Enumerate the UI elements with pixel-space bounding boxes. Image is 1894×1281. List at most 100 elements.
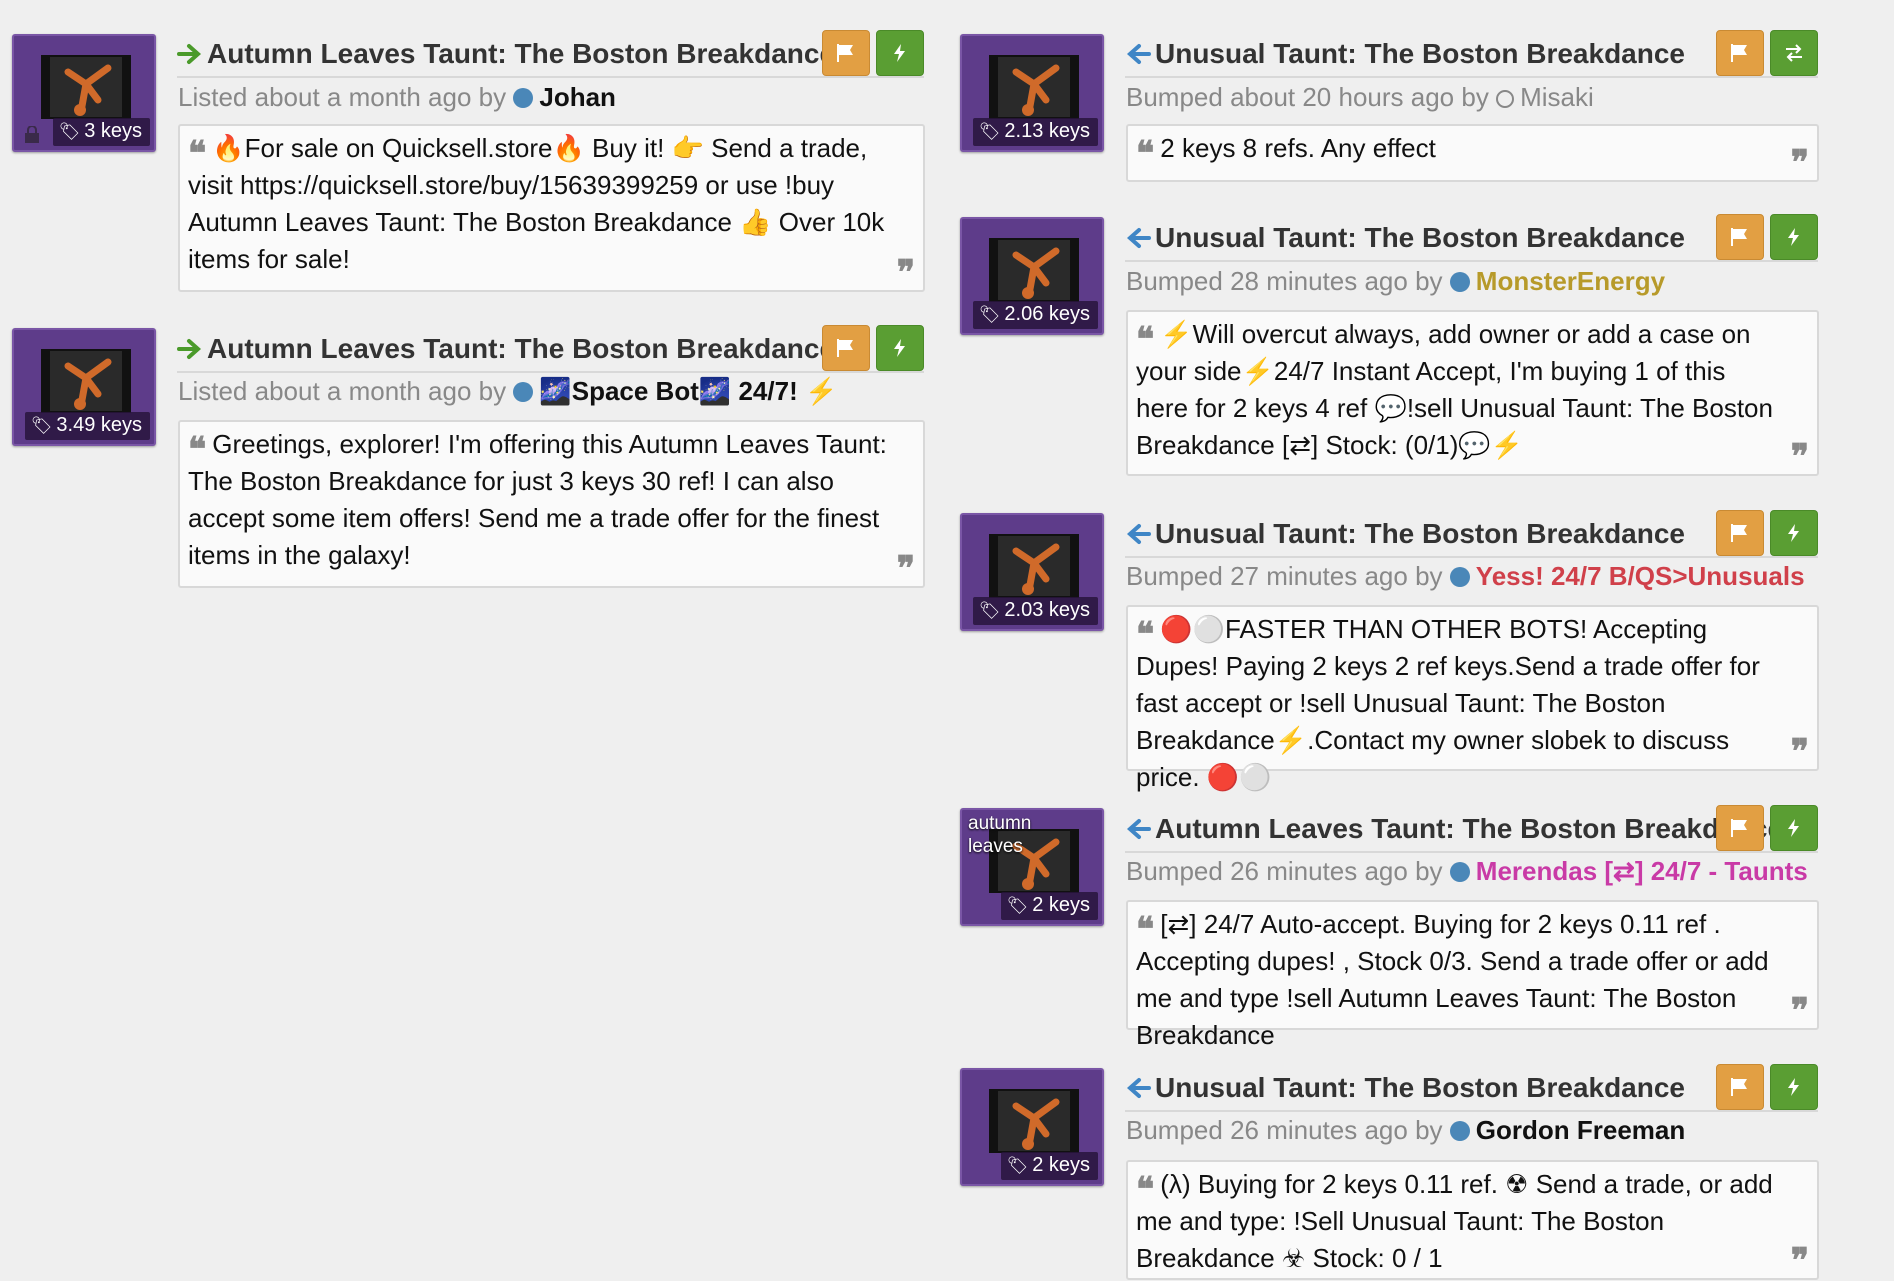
item-thumbnail[interactable]: 🏷 3.49 keys <box>12 328 156 446</box>
report-flag-button[interactable] <box>822 30 870 76</box>
listing-actions <box>816 30 924 76</box>
price-value: 2 keys <box>1032 894 1090 916</box>
listing-actions <box>1710 30 1818 76</box>
listing-title[interactable]: Unusual Taunt: The Boston Breakdance <box>1125 1072 1685 1104</box>
user-name[interactable]: MonsterEnergy <box>1476 266 1665 296</box>
lock-icon <box>25 126 39 143</box>
instant-sell-button[interactable] <box>1770 214 1818 260</box>
buy-arrow-icon <box>1126 44 1151 64</box>
listing-title[interactable]: Autumn Leaves Taunt: The Boston Breakdan… <box>1125 813 1783 845</box>
listing-message: ❝ (λ) Buying for 2 keys 0.11 ref. ☢ Send … <box>1126 1160 1819 1280</box>
message-text: 🔥For sale on Quicksell.store🔥 Buy it! 👉 … <box>188 133 885 274</box>
message-text: [⇄] 24/7 Auto-accept. Buying for 2 keys … <box>1136 909 1769 1050</box>
status-dot <box>1496 90 1515 108</box>
flag-icon <box>1731 228 1747 246</box>
quote-close-icon: ❞ <box>896 253 915 293</box>
status-dot <box>1449 272 1470 292</box>
quote-open-icon: ❝ <box>1136 910 1155 950</box>
listing-message: ❝ ⚡Will overcut always, add owner or add … <box>1126 310 1819 476</box>
listing-actions <box>1710 1064 1818 1110</box>
listing-message: ❝ 🔴⚪FASTER THAN OTHER BOTS! Accepting Dup… <box>1126 605 1819 792</box>
report-flag-button[interactable] <box>1716 510 1764 556</box>
status-dot <box>1449 1121 1470 1141</box>
sell-arrow-icon <box>177 44 202 64</box>
buy-arrow-icon <box>1126 1078 1151 1098</box>
listing-title-text: Unusual Taunt: The Boston Breakdance <box>1155 222 1685 253</box>
report-flag-button[interactable] <box>822 325 870 371</box>
trade-offer-button[interactable] <box>1770 30 1818 76</box>
instant-buy-button[interactable] <box>876 30 924 76</box>
flag-icon <box>1731 524 1747 542</box>
user-name[interactable]: Misaki <box>1520 82 1594 112</box>
instant-sell-button[interactable] <box>1770 510 1818 556</box>
status-dot <box>513 382 534 402</box>
user-name[interactable]: Gordon Freeman <box>1476 1115 1685 1145</box>
instant-sell-button[interactable] <box>1770 805 1818 851</box>
status-dot <box>1449 862 1470 882</box>
listing-header: Autumn Leaves Taunt: The Boston Breakdan… <box>177 325 924 373</box>
price-value: 2.03 keys <box>1004 599 1090 621</box>
taunt-item-icon <box>989 1089 1079 1153</box>
item-thumbnail[interactable]: 🏷 2.03 keys <box>960 513 1104 631</box>
meta-text: Bumped 26 minutes ago by <box>1126 856 1443 886</box>
quote-open-icon: ❝ <box>1136 615 1155 655</box>
item-thumbnail[interactable]: 🏷 2.13 keys <box>960 34 1104 152</box>
quote-open-icon: ❝ <box>188 134 207 174</box>
price-tag: 🏷 2.13 keys <box>972 118 1098 146</box>
listing-message: ❝ [⇄] 24/7 Auto-accept. Buying for 2 keys… <box>1126 900 1819 1050</box>
price-tag: 🏷 3 keys <box>52 118 150 146</box>
taunt-item-icon <box>989 534 1079 598</box>
meta-text: Bumped 26 minutes ago by <box>1126 1115 1443 1145</box>
listing-header: Unusual Taunt: The Boston Breakdance <box>1125 1064 1818 1112</box>
bolt-icon <box>894 339 905 357</box>
report-flag-button[interactable] <box>1716 214 1764 260</box>
listing-title-text: Unusual Taunt: The Boston Breakdance <box>1155 1072 1685 1103</box>
tag-icon: 🏷 <box>978 601 1001 620</box>
price-tag: 🏷 3.49 keys <box>24 412 150 440</box>
listing-actions <box>1710 805 1818 851</box>
user-name[interactable]: Yess! 24/7 B/QS>Unusuals <box>1476 561 1805 591</box>
user-name[interactable]: 🌌Space Bot🌌 24/7! ⚡ <box>539 376 837 406</box>
report-flag-button[interactable] <box>1716 1064 1764 1110</box>
listing-title[interactable]: Autumn Leaves Taunt: The Boston Breakdan… <box>177 333 835 365</box>
message-text: (λ) Buying for 2 keys 0.11 ref. ☢ Send a… <box>1136 1169 1773 1273</box>
listing-actions <box>816 325 924 371</box>
buy-arrow-icon <box>1126 228 1151 248</box>
price-tag: 🏷 2.03 keys <box>972 597 1098 625</box>
listing-title[interactable]: Unusual Taunt: The Boston Breakdance <box>1125 518 1685 550</box>
meta-text: Bumped 27 minutes ago by <box>1126 561 1443 591</box>
listing-meta: Bumped about 20 hours ago by Misaki <box>1126 82 1594 113</box>
tag-icon: 🏷 <box>1006 896 1029 915</box>
instant-sell-button[interactable] <box>1770 1064 1818 1110</box>
taunt-item-icon <box>41 349 131 413</box>
user-name[interactable]: Johan <box>539 82 616 112</box>
listing-header: Autumn Leaves Taunt: The Boston Breakdan… <box>177 30 924 78</box>
listing-actions <box>1710 510 1818 556</box>
report-flag-button[interactable] <box>1716 30 1764 76</box>
listing-title-text: Autumn Leaves Taunt: The Boston Breakdan… <box>207 333 836 364</box>
listing-title[interactable]: Unusual Taunt: The Boston Breakdance <box>1125 38 1685 70</box>
item-thumbnail[interactable]: 🏷 2 keys <box>960 1068 1104 1186</box>
user-name[interactable]: Merendas [⇄] 24/7 - Taunts <box>1476 856 1808 886</box>
listing-title-text: Autumn Leaves Taunt: The Boston Breakdan… <box>207 38 836 69</box>
trade-icon <box>1786 44 1802 62</box>
flag-icon <box>1731 44 1747 62</box>
taunt-item-icon <box>989 55 1079 119</box>
item-thumbnail[interactable]: autumn leaves 🏷 2 keys <box>960 808 1104 926</box>
instant-buy-button[interactable] <box>876 325 924 371</box>
listing-title[interactable]: Autumn Leaves Taunt: The Boston Breakdan… <box>177 38 835 70</box>
price-tag: 🏷 2 keys <box>1000 892 1098 920</box>
price-tag: 🏷 2 keys <box>1000 1152 1098 1180</box>
listing-meta: Listed about a month ago by Johan <box>178 82 616 113</box>
tag-icon: 🏷 <box>58 122 81 141</box>
bolt-icon <box>1788 819 1799 837</box>
item-thumbnail[interactable]: 🏷 3 keys <box>12 34 156 152</box>
listing-header: Unusual Taunt: The Boston Breakdance <box>1125 214 1818 262</box>
item-thumbnail[interactable]: 🏷 2.06 keys <box>960 217 1104 335</box>
quote-open-icon: ❝ <box>188 430 207 470</box>
taunt-item-icon <box>41 55 131 119</box>
listing-message: ❝ 🔥For sale on Quicksell.store🔥 Buy it! 👉… <box>178 124 925 292</box>
report-flag-button[interactable] <box>1716 805 1764 851</box>
quote-close-icon: ❞ <box>1790 143 1809 183</box>
listing-title[interactable]: Unusual Taunt: The Boston Breakdance <box>1125 222 1685 254</box>
